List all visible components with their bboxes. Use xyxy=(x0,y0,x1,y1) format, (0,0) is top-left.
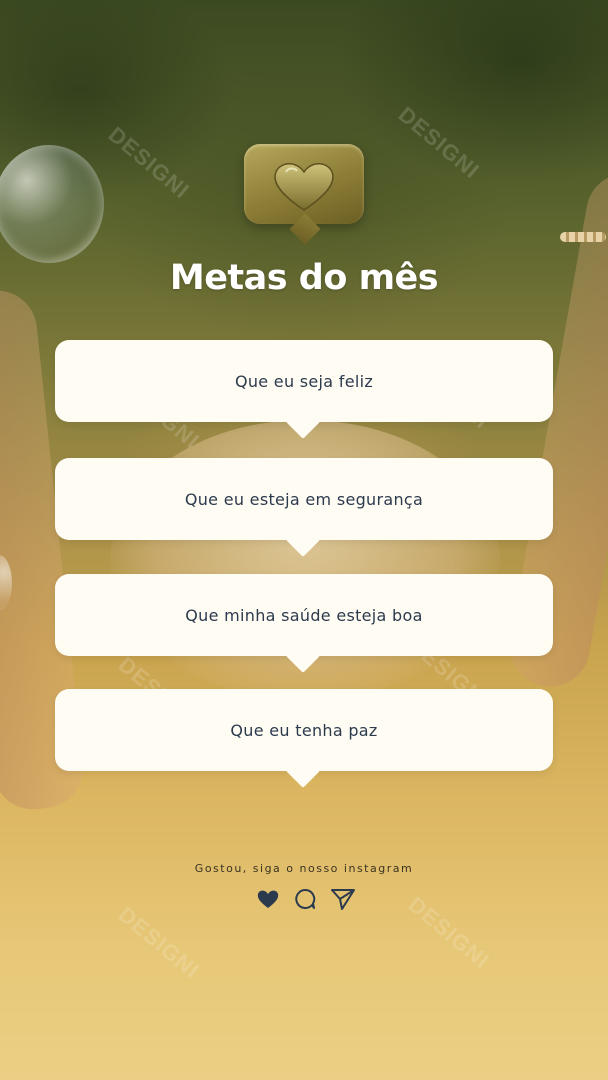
like-badge xyxy=(244,144,364,245)
goal-card: Que eu tenha paz xyxy=(55,689,553,788)
instagram-cta: Gostou, siga o nosso instagram xyxy=(194,862,414,875)
comment-icon[interactable] xyxy=(293,887,317,911)
goal-card: Que minha saúde esteja boa xyxy=(55,574,553,673)
goal-text: Que eu seja feliz xyxy=(234,371,374,391)
goal-text: Que minha saúde esteja boa xyxy=(185,605,423,625)
goal-text: Que eu esteja em segurança xyxy=(184,489,424,509)
social-icons xyxy=(256,884,356,914)
page-title: Metas do mês xyxy=(169,258,439,298)
goal-text: Que eu tenha paz xyxy=(230,720,378,740)
heart-icon xyxy=(274,163,334,211)
send-icon[interactable] xyxy=(330,887,356,911)
goal-card: Que eu esteja em segurança xyxy=(55,458,553,557)
goal-card: Que eu seja feliz xyxy=(55,340,553,439)
bracelet xyxy=(560,232,606,242)
heart-icon[interactable] xyxy=(256,888,280,910)
